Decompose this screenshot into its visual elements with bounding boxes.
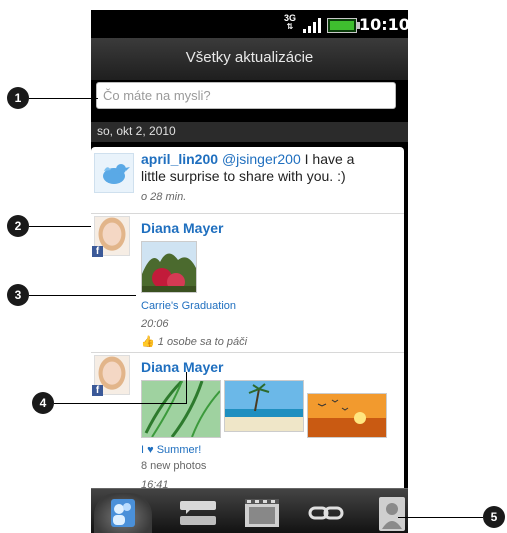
callout-3: 3: [7, 284, 29, 306]
title-bar: Všetky aktualizácie: [91, 38, 408, 81]
photo-thumbnail[interactable]: [224, 380, 304, 432]
tweet-text: april_lin200 @jsinger200 I have a little…: [141, 151, 355, 184]
status-bar: 3G ⇅ 10:10: [91, 10, 408, 38]
chat-list-icon: [180, 501, 216, 525]
album-title-link[interactable]: I ♥ Summer!: [141, 444, 201, 456]
callout-3-line: [29, 295, 136, 296]
tweet-author[interactable]: april_lin200: [141, 151, 218, 167]
photo-thumbnail[interactable]: [141, 379, 221, 438]
date-label: so, okt 2, 2010: [97, 124, 176, 138]
feed-item-facebook-album[interactable]: f Diana Mayer I ♥ Summer! 8 new photos 1…: [91, 353, 404, 488]
all-updates-tab[interactable]: [94, 493, 152, 533]
person-icon: [379, 497, 405, 531]
profile-tab[interactable]: [375, 493, 408, 533]
date-header: so, okt 2, 2010: [91, 122, 408, 142]
thumbs-up-icon: 👍: [141, 336, 155, 348]
links-tab[interactable]: [303, 493, 349, 533]
photos-tab[interactable]: [239, 493, 285, 533]
callout-4-line: [54, 403, 187, 404]
photo-thumbnail[interactable]: [141, 241, 197, 293]
post-author[interactable]: Diana Mayer: [141, 220, 223, 236]
photo-thumbnail[interactable]: [307, 393, 387, 438]
likes-row: 👍 1 osobe sa to páči: [141, 335, 247, 348]
phone-screen: 3G ⇅ 10:10 Všetky aktualizácie Čo máte n…: [91, 10, 408, 533]
callout-1: 1: [7, 87, 29, 109]
signal-icon: [303, 17, 325, 33]
people-icon: [111, 499, 135, 527]
post-time: 16:41: [141, 479, 169, 488]
callout-2-line: [29, 226, 91, 227]
likes-text: 1 osobe sa to páči: [157, 336, 248, 348]
post-author[interactable]: Diana Mayer: [141, 359, 223, 375]
callout-1-line: [29, 98, 98, 99]
callout-2: 2: [7, 215, 29, 237]
callout-5: 5: [483, 506, 505, 528]
status-input-placeholder: Čo máte na mysli?: [103, 88, 211, 103]
post-time: 20:06: [141, 318, 169, 330]
tweet-time: o 28 min.: [141, 191, 187, 203]
photo-count: 8 new photos: [141, 460, 207, 472]
battery-icon: [327, 18, 360, 33]
link-icon: [308, 506, 344, 520]
photo-caption-link[interactable]: Carrie's Graduation: [141, 300, 236, 312]
status-update-input[interactable]: Čo máte na mysli?: [96, 82, 396, 109]
page-title: Všetky aktualizácie: [185, 49, 314, 66]
network-indicator: 3G ⇅: [284, 13, 297, 31]
callout-4-vline: [186, 372, 187, 403]
twitter-bird-icon: [94, 153, 134, 193]
film-icon: [245, 499, 279, 527]
update-feed[interactable]: april_lin200 @jsinger200 I have a little…: [91, 142, 408, 488]
feed-item-facebook-photo[interactable]: f Diana Mayer Carrie's Graduation 20:06 …: [91, 214, 404, 353]
callout-4: 4: [32, 392, 54, 414]
facebook-icon: f: [92, 246, 103, 257]
clock: 10:10: [359, 15, 408, 34]
facebook-icon: f: [92, 385, 103, 396]
status-tab[interactable]: [176, 493, 222, 533]
tweet-mention[interactable]: @jsinger200: [222, 151, 301, 167]
feed-item-tweet[interactable]: april_lin200 @jsinger200 I have a little…: [91, 147, 404, 214]
bottom-tab-bar: [91, 488, 408, 533]
callout-5-line: [398, 517, 483, 518]
